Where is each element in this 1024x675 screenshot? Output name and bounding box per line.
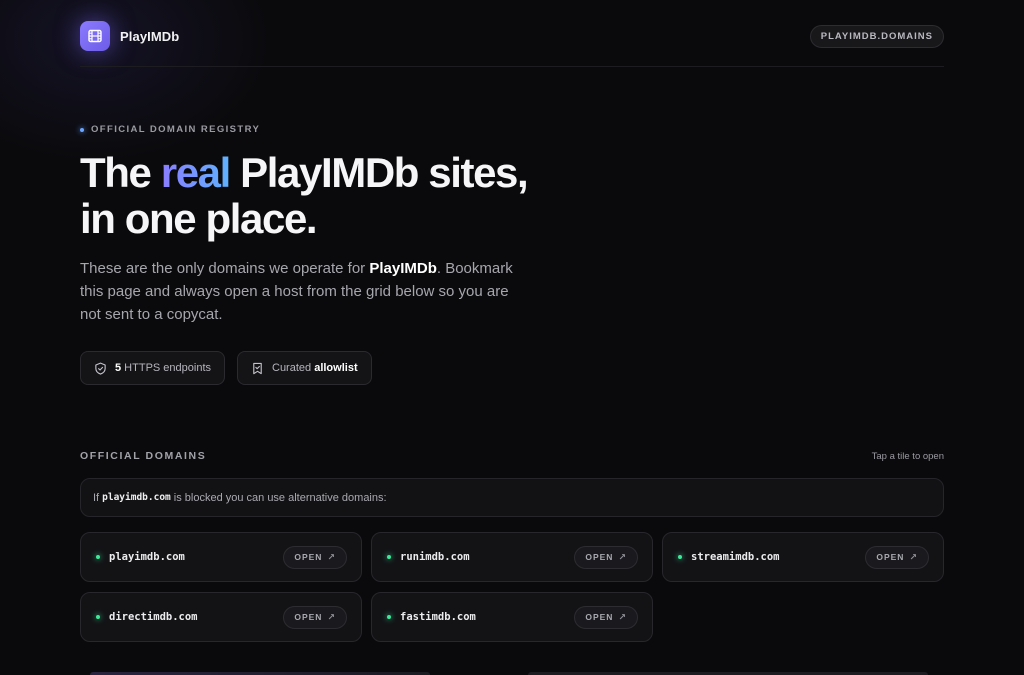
feature-chips: 5 HTTPS endpoints Curated allowlist [80, 351, 372, 385]
open-button[interactable]: OPEN ↗ [283, 605, 347, 629]
external-arrow-icon: ↗ [909, 551, 918, 562]
domain-name: streamimdb.com [691, 551, 780, 563]
external-arrow-icon: ↗ [618, 551, 627, 562]
status-dot-icon [96, 555, 100, 559]
tile-info: directimdb.com [96, 611, 198, 623]
title-suffix: PlayIMDb sites, [229, 149, 529, 196]
eyebrow: OFFICIAL DOMAIN REGISTRY [80, 124, 260, 135]
status-dot-icon [96, 615, 100, 619]
tile-info: runimdb.com [387, 551, 470, 563]
bookmark-check-icon [253, 362, 262, 374]
open-button[interactable]: OPEN ↗ [283, 545, 347, 569]
chip-https-endpoints: 5 HTTPS endpoints [80, 351, 225, 385]
domain-tile-fastimdb[interactable]: fastimdb.com OPEN ↗ [371, 592, 653, 642]
tile-info: streamimdb.com [678, 551, 780, 563]
open-label: OPEN [294, 612, 323, 622]
domain-name: fastimdb.com [400, 611, 476, 623]
chip-https-label: HTTPS endpoints [121, 362, 211, 374]
domain-tile-runimdb[interactable]: runimdb.com OPEN ↗ [371, 532, 653, 582]
section-title: OFFICIAL DOMAINS [80, 450, 207, 462]
lead-brand: PlayIMDb [369, 260, 437, 277]
status-dot-icon [387, 555, 391, 559]
brand-name: PlayIMDb [120, 28, 180, 44]
film-icon [80, 21, 110, 51]
chip-allowlist-label: Curated [272, 362, 315, 374]
notice-prefix: If [93, 491, 100, 504]
open-button[interactable]: OPEN ↗ [574, 545, 638, 569]
domains-section-header: OFFICIAL DOMAINS Tap a tile to open [80, 450, 944, 462]
chip-allowlist-bold: allowlist [314, 362, 358, 374]
external-arrow-icon: ↗ [327, 611, 336, 622]
domain-name: directimdb.com [109, 611, 198, 623]
section-hint: Tap a tile to open [871, 450, 944, 462]
domain-tile-directimdb[interactable]: directimdb.com OPEN ↗ [80, 592, 362, 642]
chip-allowlist-text: Curated allowlist [272, 362, 358, 374]
eyebrow-text: OFFICIAL DOMAIN REGISTRY [91, 124, 261, 135]
brand[interactable]: PlayIMDb [80, 21, 179, 51]
open-button[interactable]: OPEN ↗ [865, 545, 929, 569]
notice-suffix: is blocked you can use alternative domai… [173, 491, 387, 504]
intro-paragraph: These are the only domains we operate fo… [80, 257, 520, 326]
tile-info: fastimdb.com [387, 611, 476, 623]
open-label: OPEN [876, 552, 905, 562]
open-button[interactable]: OPEN ↗ [574, 605, 638, 629]
domains-badge: PLAYIMDB.DOMAINS [809, 24, 944, 48]
lead-prefix: These are the only domains we operate fo… [80, 260, 370, 277]
open-label: OPEN [585, 612, 614, 622]
domain-name: playimdb.com [109, 551, 185, 563]
title-prefix: The [80, 149, 161, 196]
domain-tile-playimdb[interactable]: playimdb.com OPEN ↗ [80, 532, 362, 582]
chip-curated-allowlist: Curated allowlist [237, 351, 372, 385]
shield-icon [95, 362, 106, 375]
external-arrow-icon: ↗ [618, 611, 627, 622]
open-label: OPEN [294, 552, 323, 562]
status-dot-icon [678, 555, 682, 559]
title-line-2: in one place. [80, 195, 318, 242]
notice-domain: playimdb.com [102, 492, 171, 503]
page-title: The real PlayIMDb sites, in one place. [80, 149, 529, 242]
chip-https-text: 5 HTTPS endpoints [115, 362, 211, 374]
tile-info: playimdb.com [96, 551, 185, 563]
status-dot-icon [387, 615, 391, 619]
title-accent: real [160, 149, 232, 196]
header-divider [80, 66, 944, 67]
external-arrow-icon: ↗ [327, 551, 336, 562]
domain-tile-streamimdb[interactable]: streamimdb.com OPEN ↗ [662, 532, 944, 582]
site-header: PlayIMDb PLAYIMDB.DOMAINS [80, 20, 944, 52]
blocked-notice: If playimdb.com is blocked you can use a… [80, 478, 944, 517]
domain-name: runimdb.com [400, 551, 470, 563]
open-label: OPEN [585, 552, 614, 562]
eyebrow-dot-icon [80, 127, 84, 132]
